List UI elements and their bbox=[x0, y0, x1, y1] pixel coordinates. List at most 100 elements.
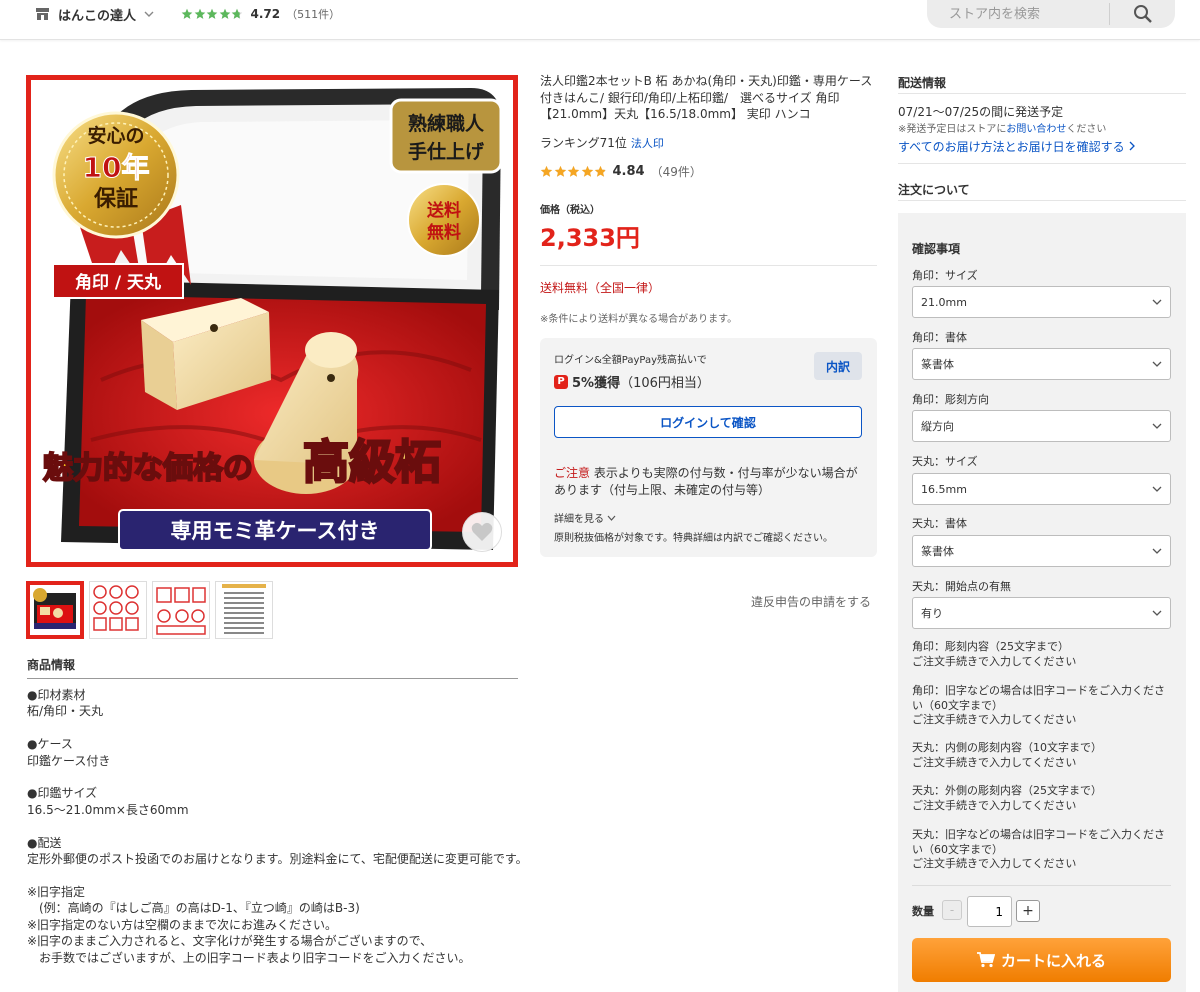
contact-link[interactable]: お問い合わせ bbox=[1006, 124, 1066, 135]
details-link-label: 詳細を見る bbox=[554, 514, 604, 525]
text-option-note: ご注文手続きで入力してください bbox=[912, 857, 1077, 870]
shipping-free: 送料無料（全国一律） bbox=[540, 281, 661, 295]
thumbnail-1[interactable] bbox=[26, 581, 84, 639]
product-photo: 安心の 10年 保証 熟練職人 手仕上げ 送料 無料 角印 / 天丸 魅力的な価… bbox=[42, 88, 503, 551]
shape-tag: 角印 / 天丸 bbox=[75, 272, 162, 293]
text-option: 角印：彫刻内容（25文字まで） ご注文手続きで入力してください bbox=[912, 640, 1174, 669]
chevron-down-icon bbox=[607, 515, 616, 521]
store-name: はんこの達人 bbox=[58, 8, 137, 24]
points-caution: ご注意 表示よりも実際の付与数・付与率が少ない場合があります（付与上限、未確定の… bbox=[554, 465, 864, 498]
text-option-label: 角印：旧字などの場合は旧字コードをご入力ください（60文字まで） bbox=[912, 684, 1165, 712]
details-link[interactable]: 詳細を見る bbox=[554, 510, 616, 525]
delivery-methods-link[interactable]: すべてのお届け方法とお届け日を確認する bbox=[898, 138, 1136, 155]
text-option-note: ご注文手続きで入力してください bbox=[912, 798, 1077, 812]
text-option: 天丸：外側の彫刻内容（25文字まで） ご注文手続きで入力してください bbox=[912, 784, 1174, 813]
thumbnail-list bbox=[26, 581, 273, 639]
product-info-line: 定形外郵便のポスト投函でのお届けとなります。別途料金にて、宅配便配送に変更可能で… bbox=[27, 852, 528, 867]
favorite-button[interactable] bbox=[462, 512, 502, 552]
product-info-line: ●配送 bbox=[27, 835, 62, 850]
quantity-increment-button[interactable]: + bbox=[1016, 900, 1040, 922]
product-info-heading: 商品情報 bbox=[27, 656, 518, 679]
headline-big: 高級柘 bbox=[303, 435, 441, 489]
thumbnail-4[interactable] bbox=[215, 581, 273, 639]
product-info-line bbox=[27, 867, 518, 883]
points-box: ログイン&全額PayPay残高払いで P 5%獲得 （106円相当） 内訳 ログイ… bbox=[540, 338, 877, 557]
text-option-label: 天丸：旧字などの場合は旧字コードをご入力ください（60文字まで） bbox=[912, 828, 1165, 856]
option-select[interactable]: 縦方向 bbox=[912, 410, 1171, 442]
points-earn-rate: 5%獲得 bbox=[572, 376, 621, 391]
chevron-right-icon bbox=[1129, 141, 1135, 151]
chevron-down-icon bbox=[1152, 486, 1162, 492]
product-info-body: ●印材素材 柘/角印・天丸 ●ケース 印鑑ケース付き ●印鑑サイズ 16.5〜21.0… bbox=[27, 687, 528, 966]
cart-icon bbox=[976, 952, 995, 968]
option-label: 角印：彫刻方向 bbox=[912, 393, 989, 406]
store-rating-value: 4.72 bbox=[250, 7, 281, 21]
paypay-icon: P bbox=[554, 374, 568, 389]
option-select[interactable]: 有り bbox=[912, 597, 1171, 629]
login-confirm-button[interactable]: ログインして確認 bbox=[554, 406, 862, 438]
product-info-line: 印鑑ケース付き bbox=[27, 753, 111, 768]
report-link[interactable]: 違反申告の申請をする bbox=[751, 593, 871, 610]
divider bbox=[540, 265, 877, 266]
option-select[interactable]: 篆書体 bbox=[912, 535, 1171, 567]
star-icon bbox=[181, 8, 193, 19]
breakdown-button[interactable]: 内訳 bbox=[814, 352, 862, 380]
caution-text: 表示よりも実際の付与数・付与率が少ない場合があります（付与上限、未確定の付与等） bbox=[554, 466, 858, 497]
chevron-down-icon bbox=[1152, 299, 1162, 305]
quantity-decrement-button[interactable]: - bbox=[942, 900, 962, 920]
product-info-line: 柘/角印・天丸 bbox=[27, 704, 104, 719]
text-option-label: 天丸：外側の彫刻内容（25文字まで） bbox=[912, 784, 1102, 797]
warranty-line2: 10年 bbox=[83, 151, 150, 184]
chevron-down-icon bbox=[1152, 361, 1162, 367]
star-icon bbox=[581, 165, 593, 177]
chevron-down-icon bbox=[144, 11, 154, 17]
option-select-value: 16.5mm bbox=[921, 482, 967, 496]
chevron-down-icon bbox=[1152, 423, 1162, 429]
delivery-note-suffix: ください bbox=[1066, 124, 1107, 135]
delivery-date: 07/21〜07/25の間に発送予定 bbox=[898, 105, 1064, 119]
option-select-value: 有り bbox=[921, 607, 943, 620]
store-review-count: （511件） bbox=[286, 8, 341, 21]
shipping-note: ※条件により送料が異なる場合があります。 bbox=[540, 314, 738, 325]
product-info-line: (例：高崎の『はしご高』の高はD-1、『立つ崎』の崎はB-3) bbox=[27, 901, 360, 916]
product-info-line: ●印材素材 bbox=[27, 688, 86, 702]
product-title: 法人印鑑2本セットB 柘 あかね(角印・天丸)印鑑・専用ケース付きはんこ/ 銀行… bbox=[540, 74, 873, 121]
store-search bbox=[927, 0, 1175, 28]
star-icon bbox=[206, 8, 218, 19]
product-main-image[interactable]: 安心の 10年 保証 熟練職人 手仕上げ 送料 無料 角印 / 天丸 魅力的な価… bbox=[26, 75, 518, 567]
store-selector[interactable]: はんこの達人 bbox=[36, 4, 155, 24]
delivery-note-prefix: ※発送予定日はストアに bbox=[898, 124, 1007, 135]
search-input[interactable] bbox=[927, 0, 1107, 28]
option-select[interactable]: 篆書体 bbox=[912, 348, 1171, 380]
price: 2,333円 bbox=[540, 224, 640, 252]
store-rating[interactable]: 4.72 （511件） bbox=[181, 6, 340, 22]
product-info-line: ※旧字のままご入力されると、文字化けが発生する場合がございますので、 bbox=[27, 934, 433, 949]
ranking-category-link[interactable]: 法人印 bbox=[631, 137, 664, 150]
product-rating[interactable]: 4.84 （49件） bbox=[540, 163, 702, 180]
star-icon bbox=[194, 8, 205, 19]
text-option-note: ご注文手続きで入力してください bbox=[912, 755, 1077, 769]
search-button[interactable] bbox=[1110, 0, 1175, 28]
option-select-value: 篆書体 bbox=[921, 545, 954, 558]
text-option: 天丸：内側の彫刻内容（10文字まで） ご注文手続きで入力してください bbox=[912, 741, 1174, 770]
option-label: 角印：書体 bbox=[912, 331, 967, 344]
order-heading: 注文について bbox=[898, 183, 970, 197]
option-label: 天丸：書体 bbox=[912, 517, 967, 530]
star-icon bbox=[540, 165, 553, 177]
option-label: 角印：サイズ bbox=[912, 269, 978, 282]
divider bbox=[898, 200, 1186, 201]
add-to-cart-button[interactable]: カートに入れる bbox=[912, 938, 1171, 982]
product-rating-value: 4.84 bbox=[612, 164, 645, 179]
warranty-line1: 安心の bbox=[87, 124, 144, 147]
text-option: 天丸：旧字などの場合は旧字コードをご入力ください（60文字まで） ご注文手続きで入… bbox=[912, 828, 1174, 872]
points-earn: P 5%獲得 （106円相当） bbox=[554, 372, 710, 391]
delivery-heading: 配送情報 bbox=[898, 76, 947, 90]
star-icon bbox=[554, 165, 566, 177]
option-select[interactable]: 21.0mm bbox=[912, 286, 1171, 318]
thumbnail-2[interactable] bbox=[89, 581, 147, 639]
headline-small: 魅力的な価格の bbox=[43, 451, 253, 486]
text-option-label: 角印：彫刻内容（25文字まで） bbox=[912, 640, 1069, 653]
option-select[interactable]: 16.5mm bbox=[912, 473, 1171, 505]
quantity-input[interactable] bbox=[967, 896, 1012, 927]
thumbnail-3[interactable] bbox=[152, 581, 210, 639]
